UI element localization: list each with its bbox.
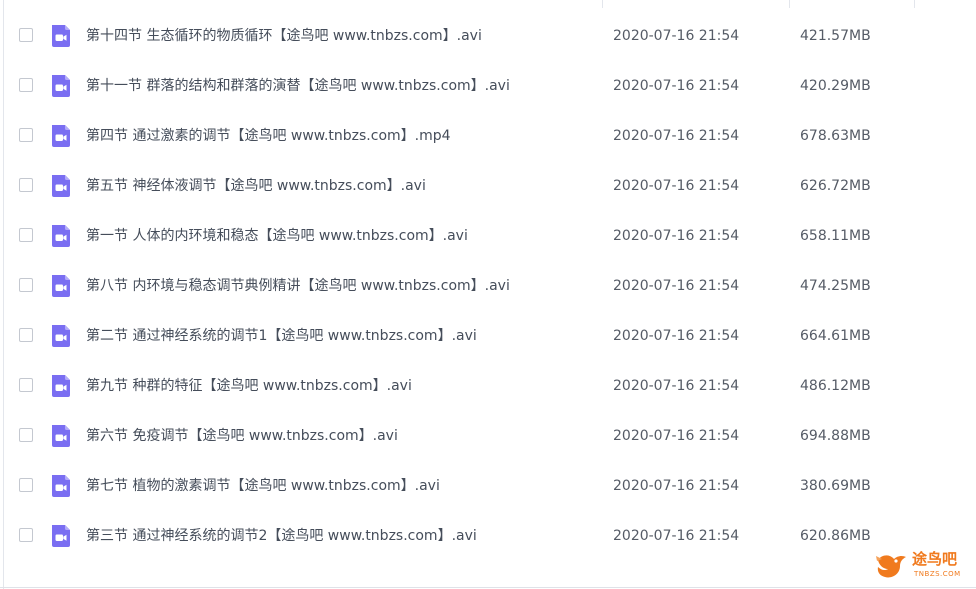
file-size: 486.12MB <box>800 378 871 394</box>
file-modified-date: 2020-07-16 21:54 <box>613 128 740 144</box>
file-modified-date: 2020-07-16 21:54 <box>613 328 740 344</box>
file-modified-date: 2020-07-16 21:54 <box>613 278 740 294</box>
file-name[interactable]: 第六节 免疫调节【途鸟吧 www.tnbzs.com】.avi <box>86 426 398 446</box>
file-modified-date: 2020-07-16 21:54 <box>613 78 740 94</box>
row-checkbox[interactable] <box>19 228 33 242</box>
file-size: 421.57MB <box>800 28 871 44</box>
file-list-panel: 第十二节 能量流动计算专项突破【途鸟吧 www.tnbzs.com】.avi 2… <box>0 0 976 589</box>
video-file-icon <box>49 374 73 398</box>
row-checkbox[interactable] <box>19 128 33 142</box>
video-file-icon <box>49 174 73 198</box>
file-row[interactable]: 第三节 通过神经系统的调节2【途鸟吧 www.tnbzs.com】.avi 20… <box>0 511 976 561</box>
watermark-logo: 途鸟吧 TNBZS.COM <box>874 548 970 584</box>
video-file-icon <box>49 474 73 498</box>
video-file-icon <box>49 74 73 98</box>
file-row[interactable]: 第十一节 群落的结构和群落的演替【途鸟吧 www.tnbzs.com】.avi … <box>0 61 976 111</box>
file-name[interactable]: 第七节 植物的激素调节【途鸟吧 www.tnbzs.com】.avi <box>86 476 440 496</box>
file-size: 620.86MB <box>800 528 871 544</box>
row-checkbox[interactable] <box>19 178 33 192</box>
file-size: 658.11MB <box>800 228 871 244</box>
file-name[interactable]: 第五节 神经体液调节【途鸟吧 www.tnbzs.com】.avi <box>86 176 426 196</box>
row-checkbox[interactable] <box>19 78 33 92</box>
video-file-icon <box>49 424 73 448</box>
bird-logo-icon <box>876 555 906 578</box>
row-checkbox[interactable] <box>19 478 33 492</box>
file-modified-date: 2020-07-16 21:54 <box>613 228 740 244</box>
file-size: 694.88MB <box>800 428 871 444</box>
file-row[interactable]: 第六节 免疫调节【途鸟吧 www.tnbzs.com】.avi 2020-07-… <box>0 411 976 461</box>
file-name[interactable]: 第三节 通过神经系统的调节2【途鸟吧 www.tnbzs.com】.avi <box>86 526 477 546</box>
file-size: 626.72MB <box>800 178 871 194</box>
video-file-icon <box>49 274 73 298</box>
file-row[interactable]: 第七节 植物的激素调节【途鸟吧 www.tnbzs.com】.avi 2020-… <box>0 461 976 511</box>
file-name[interactable]: 第十一节 群落的结构和群落的演替【途鸟吧 www.tnbzs.com】.avi <box>86 76 510 96</box>
file-row[interactable]: 第九节 种群的特征【途鸟吧 www.tnbzs.com】.avi 2020-07… <box>0 361 976 411</box>
row-checkbox[interactable] <box>19 278 33 292</box>
file-modified-date: 2020-07-16 21:54 <box>613 178 740 194</box>
file-size: 380.69MB <box>800 478 871 494</box>
row-checkbox[interactable] <box>19 428 33 442</box>
file-row[interactable]: 第五节 神经体液调节【途鸟吧 www.tnbzs.com】.avi 2020-0… <box>0 161 976 211</box>
row-checkbox[interactable] <box>19 528 33 542</box>
file-name[interactable]: 第二节 通过神经系统的调节1【途鸟吧 www.tnbzs.com】.avi <box>86 326 477 346</box>
file-name[interactable]: 第一节 人体的内环境和稳态【途鸟吧 www.tnbzs.com】.avi <box>86 226 468 246</box>
row-checkbox[interactable] <box>19 328 33 342</box>
file-modified-date: 2020-07-16 21:54 <box>613 428 740 444</box>
file-row[interactable]: 第十四节 生态循环的物质循环【途鸟吧 www.tnbzs.com】.avi 20… <box>0 11 976 61</box>
file-row[interactable]: 第十二节 能量流动计算专项突破【途鸟吧 www.tnbzs.com】.avi 2… <box>0 0 976 11</box>
video-file-icon <box>49 224 73 248</box>
file-modified-date: 2020-07-16 21:54 <box>613 378 740 394</box>
watermark-title: 途鸟吧 <box>912 550 958 568</box>
file-name[interactable]: 第九节 种群的特征【途鸟吧 www.tnbzs.com】.avi <box>86 376 412 396</box>
video-file-icon <box>49 24 73 48</box>
file-size: 678.63MB <box>800 128 871 144</box>
file-modified-date: 2020-07-16 21:54 <box>613 528 740 544</box>
file-name[interactable]: 第十四节 生态循环的物质循环【途鸟吧 www.tnbzs.com】.avi <box>86 26 482 46</box>
file-size: 664.61MB <box>800 328 871 344</box>
file-name[interactable]: 第八节 内环境与稳态调节典例精讲【途鸟吧 www.tnbzs.com】.avi <box>86 276 510 296</box>
row-checkbox[interactable] <box>19 28 33 42</box>
file-row[interactable]: 第四节 通过激素的调节【途鸟吧 www.tnbzs.com】.mp4 2020-… <box>0 111 976 161</box>
row-checkbox[interactable] <box>19 378 33 392</box>
file-row[interactable]: 第八节 内环境与稳态调节典例精讲【途鸟吧 www.tnbzs.com】.avi … <box>0 261 976 311</box>
watermark-url: TNBZS.COM <box>914 570 961 578</box>
file-name[interactable]: 第四节 通过激素的调节【途鸟吧 www.tnbzs.com】.mp4 <box>86 126 451 146</box>
file-modified-date: 2020-07-16 21:54 <box>613 28 740 44</box>
file-size: 474.25MB <box>800 278 871 294</box>
file-row[interactable]: 第一节 人体的内环境和稳态【途鸟吧 www.tnbzs.com】.avi 202… <box>0 211 976 261</box>
panel-bottom-border <box>0 587 976 588</box>
file-list: 第十二节 能量流动计算专项突破【途鸟吧 www.tnbzs.com】.avi 2… <box>0 0 976 561</box>
file-modified-date: 2020-07-16 21:54 <box>613 478 740 494</box>
video-file-icon <box>49 524 73 548</box>
video-file-icon <box>49 324 73 348</box>
file-row[interactable]: 第二节 通过神经系统的调节1【途鸟吧 www.tnbzs.com】.avi 20… <box>0 311 976 361</box>
video-file-icon <box>49 124 73 148</box>
file-size: 420.29MB <box>800 78 871 94</box>
